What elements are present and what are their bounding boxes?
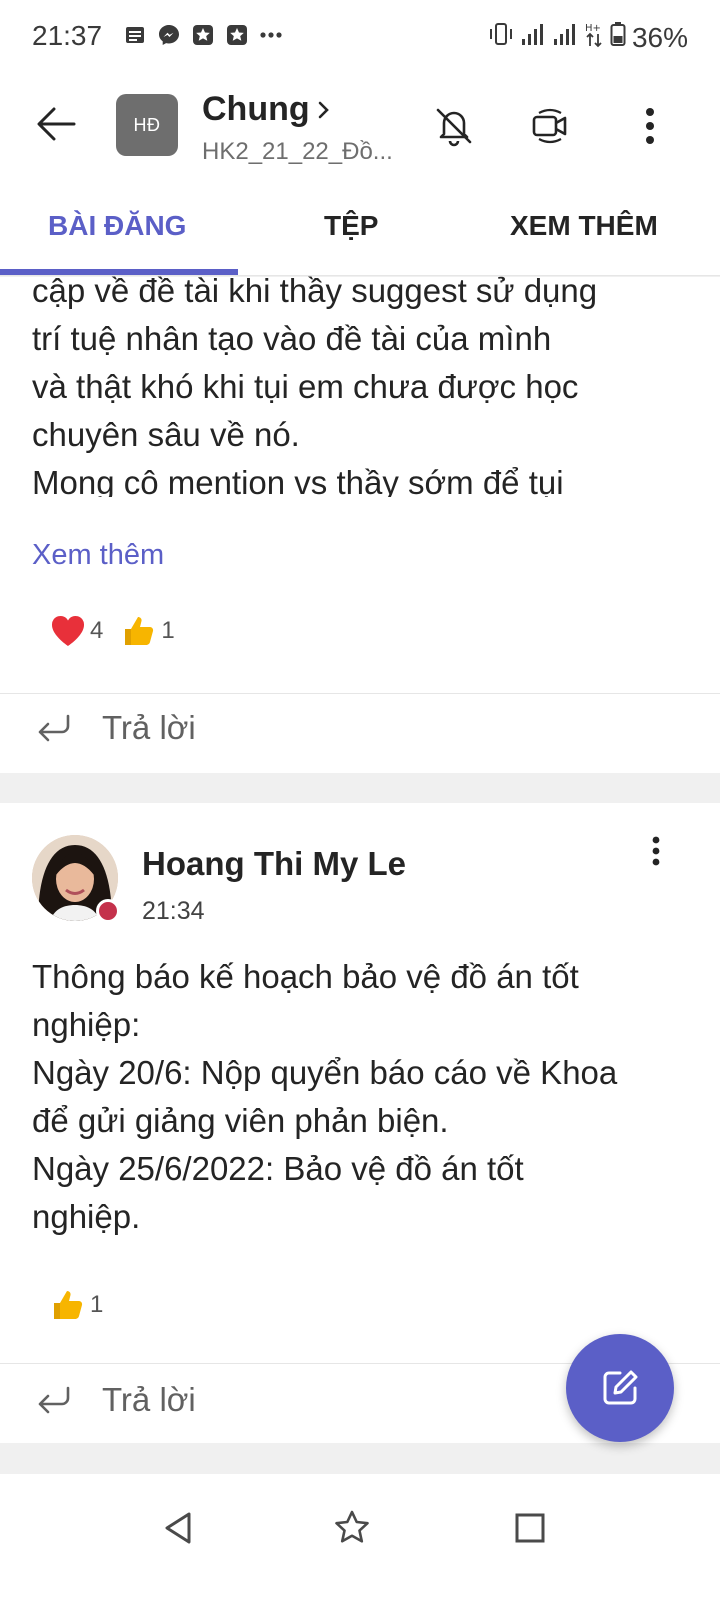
reply-label: Trả lời [102,709,196,746]
battery-icon [610,20,626,55]
arrow-left-icon [37,107,76,141]
post-line: Thông báo kế hoạch bảo vệ đồ án tốt [32,958,579,995]
reply-button[interactable]: Trả lời [34,709,196,747]
tab-see-more[interactable]: XEM THÊM [510,210,658,242]
news-icon [122,22,148,48]
channel-header: HĐ Chung HK2_21_22_Đồ... [0,72,720,182]
team-avatar[interactable]: HĐ [116,94,178,156]
mute-notifications-button[interactable] [426,98,482,154]
video-call-icon [532,108,567,144]
see-more-link[interactable]: Xem thêm [32,539,164,572]
post-body: Thông báo kế hoạch bảo vệ đồ án tốt nghi… [32,953,702,1241]
data-hplus-icon: H+ [584,20,604,55]
square-recents-icon [515,1513,545,1543]
post-line: Ngày 25/6/2022: Bảo vệ đồ án tốt [32,1150,524,1187]
channel-name: Chung [202,90,310,128]
more-dots-icon [258,22,284,48]
post-body: cập về đề tài khi thầy suggest sử dụng t… [32,267,692,497]
bell-off-icon [436,108,472,147]
post-timestamp: 21:34 [142,897,205,925]
tab-posts[interactable]: BÀI ĐĂNG [48,210,186,242]
reaction-count: 4 [90,617,104,644]
post-line: trí tuệ nhân tạo vào đề tài của mình [32,320,552,357]
thumbs-up-icon [125,617,154,645]
presence-busy-indicator [96,899,120,923]
channel-title[interactable]: Chung [202,90,332,129]
star-icon [335,1510,369,1543]
reply-arrow-icon [38,1386,70,1414]
triangle-back-icon [165,1512,191,1544]
thumbs-up-icon [54,1291,83,1319]
nav-back-button[interactable] [148,1498,208,1558]
channel-tabs: BÀI ĐĂNG TỆP XEM THÊM [0,182,720,276]
more-options-button[interactable] [622,98,678,154]
back-button[interactable] [28,96,84,152]
reaction-count: 1 [90,1291,104,1318]
reaction-count: 1 [161,617,175,644]
kebab-menu-icon [652,836,660,866]
nav-recents-button[interactable] [500,1498,560,1558]
svg-text:H+: H+ [585,23,601,34]
system-nav-bar [0,1474,720,1600]
heart-icon [51,615,85,646]
new-post-button[interactable] [566,1334,674,1442]
reaction-heart[interactable]: 4 [50,614,103,648]
notification-icons [122,22,284,48]
nav-assistant-button[interactable] [322,1498,382,1558]
signal-icon [520,21,546,54]
messenger-icon [156,22,182,48]
post-line: cập về đề tài khi thầy suggest sử dụng [32,272,598,309]
kebab-menu-icon [646,108,654,144]
post-line: nghiệp: [32,1006,141,1043]
reply-arrow-icon [38,714,70,742]
app-star-icon [224,22,250,48]
post-card: cập về đề tài khi thầy suggest sử dụng t… [0,272,720,773]
meet-now-button[interactable] [522,98,578,154]
compose-icon [603,1370,638,1405]
reply-label: Trả lời [102,1381,196,1418]
signal-icon [552,21,578,54]
reply-button[interactable]: Trả lời [34,1381,196,1419]
author-name[interactable]: Hoang Thi My Le [142,845,406,883]
post-line: để gửi giảng viên phản biện. [32,1102,449,1139]
post-line: và thật khó khi tụi em chưa được học [32,368,579,405]
reaction-like[interactable]: 1 [121,613,175,649]
team-name: HK2_21_22_Đồ... [202,138,393,165]
post-line: nghiệp. [32,1198,141,1235]
tab-files[interactable]: TỆP [324,210,378,242]
status-time: 21:37 [32,20,103,51]
post-line: Ngày 20/6: Nộp quyển báo cáo về Khoa [32,1054,618,1091]
chevron-right-icon [318,101,329,118]
status-bar: 21:37 H+ 36% [0,0,720,72]
post-more-button[interactable] [636,831,676,871]
system-status: H+ 36% [488,20,688,55]
post-line: chuyên sâu về nó. [32,416,300,453]
battery-percent: 36% [631,21,688,53]
post-line: Mong cô mention vs thầy sớm để tụi [32,464,564,497]
reactions-bar: 1 [50,1287,103,1323]
app-star-icon [190,22,216,48]
reactions-bar: 4 1 [50,613,175,649]
reaction-like[interactable]: 1 [50,1287,103,1323]
vibrate-icon [488,20,514,55]
divider [0,693,720,694]
